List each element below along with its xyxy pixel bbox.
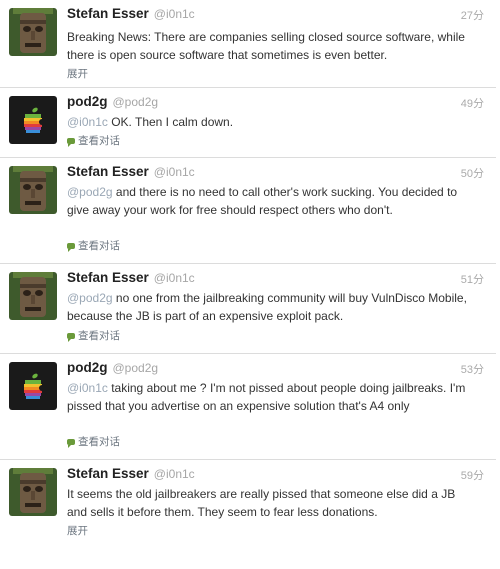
mention-link[interactable]: @i0n1c: [67, 115, 108, 129]
tweet-time[interactable]: 27分: [461, 7, 484, 23]
tiki-mask-avatar-icon: [9, 272, 57, 320]
author-display-name[interactable]: Stefan Esser: [67, 270, 149, 285]
expand-link[interactable]: 展开: [67, 523, 88, 538]
author-display-name[interactable]: Stefan Esser: [67, 164, 149, 179]
tweet-item: Stefan Esser @i0n1c 50分 @pod2g and there …: [0, 158, 496, 264]
view-conversation-link[interactable]: 查看对话: [67, 434, 120, 449]
view-conversation-label[interactable]: 查看对话: [78, 328, 120, 343]
tiki-mask-avatar-icon: [9, 166, 57, 214]
avatar[interactable]: [9, 8, 57, 56]
tweet-body: It seems the old jailbreakers are really…: [67, 487, 456, 519]
tweet-body: and there is no need to call other's wor…: [67, 185, 458, 217]
tweet-body: taking about me ? I'm not pissed about p…: [67, 381, 466, 413]
author-handle[interactable]: @pod2g: [113, 361, 159, 375]
author-display-name[interactable]: Stefan Esser: [67, 466, 149, 481]
avatar[interactable]: [9, 96, 57, 144]
conversation-bubble-icon: [67, 242, 75, 252]
view-conversation-label[interactable]: 查看对话: [78, 238, 120, 253]
expand-label[interactable]: 展开: [67, 66, 88, 81]
view-conversation-link[interactable]: 查看对话: [67, 238, 120, 253]
view-conversation-label[interactable]: 查看对话: [78, 133, 120, 148]
apple-logo-avatar-icon: [9, 362, 57, 410]
author-name[interactable]: pod2g @pod2g: [67, 360, 158, 375]
tweet-time[interactable]: 51分: [461, 271, 484, 287]
conversation-bubble-icon: [67, 438, 75, 448]
mention-link[interactable]: @pod2g: [67, 291, 113, 305]
tweet-item: Stefan Esser @i0n1c 27分 Breaking News: Th…: [0, 0, 496, 88]
tweet-time[interactable]: 53分: [461, 361, 484, 377]
author-handle[interactable]: @pod2g: [113, 95, 159, 109]
author-handle[interactable]: @i0n1c: [154, 271, 195, 285]
mention-link[interactable]: @pod2g: [67, 185, 113, 199]
view-conversation-link[interactable]: 查看对话: [67, 328, 120, 343]
author-handle[interactable]: @i0n1c: [154, 165, 195, 179]
tweet-item: Stefan Esser @i0n1c 59分 It seems the old …: [0, 460, 496, 569]
author-name[interactable]: Stefan Esser @i0n1c: [67, 6, 195, 21]
author-name[interactable]: pod2g @pod2g: [67, 94, 158, 109]
tweet-text: Breaking News: There are companies selli…: [67, 28, 472, 64]
author-display-name[interactable]: Stefan Esser: [67, 6, 149, 21]
tweet-text: @i0n1c OK. Then I calm down.: [67, 113, 472, 131]
tweet-item: pod2g @pod2g 53分 @i0n1c taking about me ?…: [0, 354, 496, 460]
tweet-body: OK. Then I calm down.: [107, 115, 234, 129]
tweet-body: Breaking News: There are companies selli…: [67, 30, 465, 62]
tweet-item: pod2g @pod2g 49分 @i0n1c OK. Then I calm d…: [0, 88, 496, 158]
tweet-text: It seems the old jailbreakers are really…: [67, 485, 472, 521]
tweet-time[interactable]: 50分: [461, 165, 484, 181]
view-conversation-link[interactable]: 查看对话: [67, 133, 120, 148]
avatar[interactable]: [9, 468, 57, 516]
mention-link[interactable]: @i0n1c: [67, 381, 108, 395]
expand-link[interactable]: 展开: [67, 66, 88, 81]
tiki-mask-avatar-icon: [9, 468, 57, 516]
tweet-text: @i0n1c taking about me ? I'm not pissed …: [67, 379, 472, 415]
apple-logo-avatar-icon: [9, 96, 57, 144]
tweet-feed: Stefan Esser @i0n1c 27分 Breaking News: Th…: [0, 0, 500, 569]
tweet-text: @pod2g no one from the jailbreaking comm…: [67, 289, 472, 325]
conversation-bubble-icon: [67, 332, 75, 342]
view-conversation-label[interactable]: 查看对话: [78, 434, 120, 449]
tweet-text: @pod2g and there is no need to call othe…: [67, 183, 472, 219]
tweet-body: no one from the jailbreaking community w…: [67, 291, 467, 323]
author-name[interactable]: Stefan Esser @i0n1c: [67, 270, 195, 285]
avatar[interactable]: [9, 272, 57, 320]
avatar[interactable]: [9, 166, 57, 214]
tweet-time[interactable]: 49分: [461, 95, 484, 111]
author-handle[interactable]: @i0n1c: [154, 467, 195, 481]
author-display-name[interactable]: pod2g: [67, 360, 108, 375]
tweet-item: Stefan Esser @i0n1c 51分 @pod2g no one fro…: [0, 264, 496, 354]
conversation-bubble-icon: [67, 137, 75, 147]
avatar[interactable]: [9, 362, 57, 410]
tweet-time[interactable]: 59分: [461, 467, 484, 483]
tiki-mask-avatar-icon: [9, 8, 57, 56]
author-display-name[interactable]: pod2g: [67, 94, 108, 109]
author-handle[interactable]: @i0n1c: [154, 7, 195, 21]
expand-label[interactable]: 展开: [67, 523, 88, 538]
author-name[interactable]: Stefan Esser @i0n1c: [67, 164, 195, 179]
author-name[interactable]: Stefan Esser @i0n1c: [67, 466, 195, 481]
